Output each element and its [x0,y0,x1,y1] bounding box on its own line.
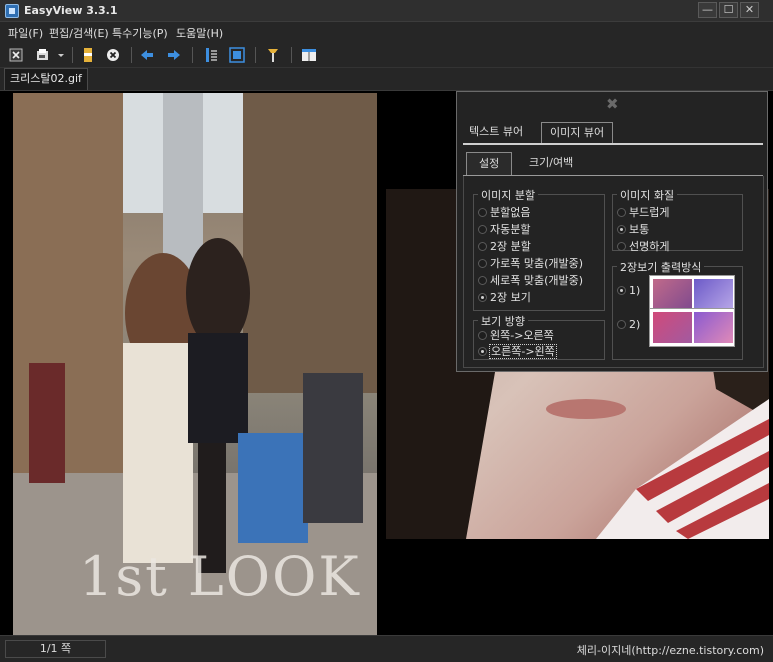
menu-special[interactable]: 특수기능(P) [112,25,168,41]
quality-sharp-radio[interactable]: 선명하게 [617,238,669,254]
two-page-output-group: 2장보기 출력방식 1) 2) [612,259,743,360]
status-bar: 1/1 쪽 체리-이지네(http://ezne.tistory.com) [0,635,773,662]
toolbar-separator [192,47,193,63]
app-icon [5,4,19,18]
layout-icon[interactable] [301,47,317,63]
delete-icon[interactable] [105,47,121,63]
quality-smooth-radio[interactable]: 부드럽게 [617,204,669,220]
preview-right-half [694,312,733,343]
output-mode-2-preview[interactable] [649,308,735,347]
preview-left-half [653,312,692,343]
image-split-group: 이미지 분할 분할없음 자동분할 2장 분할 가로폭 맞춤(개발중) 세로폭 맞… [473,187,605,311]
toolbar-separator [72,47,73,63]
left-to-right-radio[interactable]: 왼쪽->오른쪽 [478,327,554,343]
text-view-icon[interactable] [203,47,219,63]
preview-right-half [694,279,733,310]
right-to-left-radio[interactable]: 오른쪽->왼쪽 [478,343,557,359]
menu-file[interactable]: 파일(F) [8,25,43,41]
window-title: EasyView 3.3.1 [24,4,118,17]
preview-left-half [653,279,692,310]
subtab-size-margin[interactable]: 크기/여백 [517,152,585,175]
toolbar-separator [291,47,292,63]
dropdown-arrow-icon[interactable] [56,47,66,63]
tab-underline [463,143,763,145]
title-bar: EasyView 3.3.1 — ☐ ✕ [0,0,773,22]
toolbar [0,42,773,68]
quality-normal-radio[interactable]: 보통 [617,221,649,237]
settings-icon[interactable] [265,47,281,63]
maximize-button[interactable]: ☐ [719,2,738,18]
image-quality-group: 이미지 화질 부드럽게 보통 선명하게 [612,187,743,254]
menu-bar: 파일(F) 편집/검색(E) 특수기능(P) 도움말(H) [0,22,773,42]
menu-help[interactable]: 도움말(H) [176,25,223,41]
toolbar-separator [131,47,132,63]
document-tab-strip: 크리스탈02.gif [0,68,773,90]
output-mode-2-radio[interactable]: 2) [617,318,640,331]
bookmark-icon[interactable] [80,47,96,63]
forward-arrow-icon[interactable] [166,47,182,63]
panel-close-icon[interactable]: ✖ [606,95,619,113]
split-two-radio[interactable]: 2장 분할 [478,238,531,254]
fit-screen-icon[interactable] [229,47,245,63]
options-panel: ✖ 텍스트 뷰어 이미지 뷰어 설정 크기/여백 이미지 분할 분할없음 자동분… [456,91,768,372]
image-split-legend: 이미지 분할 [478,187,539,203]
subtab-settings[interactable]: 설정 [466,152,513,175]
back-arrow-icon[interactable] [139,47,155,63]
page-indicator: 1/1 쪽 [5,640,106,658]
open-file-icon[interactable] [35,47,51,63]
fit-height-radio[interactable]: 세로폭 맞춤(개발중) [478,272,583,288]
toolbar-separator [255,47,256,63]
image-quality-legend: 이미지 화질 [617,187,678,203]
document-tab[interactable]: 크리스탈02.gif [4,68,88,90]
two-page-output-legend: 2장보기 출력방식 [617,259,705,275]
close-file-icon[interactable] [8,47,24,63]
split-none-radio[interactable]: 분할없음 [478,204,530,220]
left-image-caption: 1st LOOK [79,545,361,608]
tab-image-viewer[interactable]: 이미지 뷰어 [541,122,614,143]
minimize-button[interactable]: — [698,2,717,18]
two-page-view-radio[interactable]: 2장 보기 [478,289,531,305]
tab-text-viewer[interactable]: 텍스트 뷰어 [461,122,531,143]
view-direction-group: 보기 방향 왼쪽->오른쪽 오른쪽->왼쪽 [473,313,605,360]
fit-width-radio[interactable]: 가로폭 맞춤(개발중) [478,255,583,271]
credit-text: 체리-이지네(http://ezne.tistory.com) [576,644,764,657]
output-mode-1-radio[interactable]: 1) [617,284,640,297]
menu-edit-search[interactable]: 편집/검색(E) [49,25,109,41]
split-auto-radio[interactable]: 자동분할 [478,221,530,237]
close-button[interactable]: ✕ [740,2,759,18]
left-page-image: 1st LOOK [13,93,377,636]
